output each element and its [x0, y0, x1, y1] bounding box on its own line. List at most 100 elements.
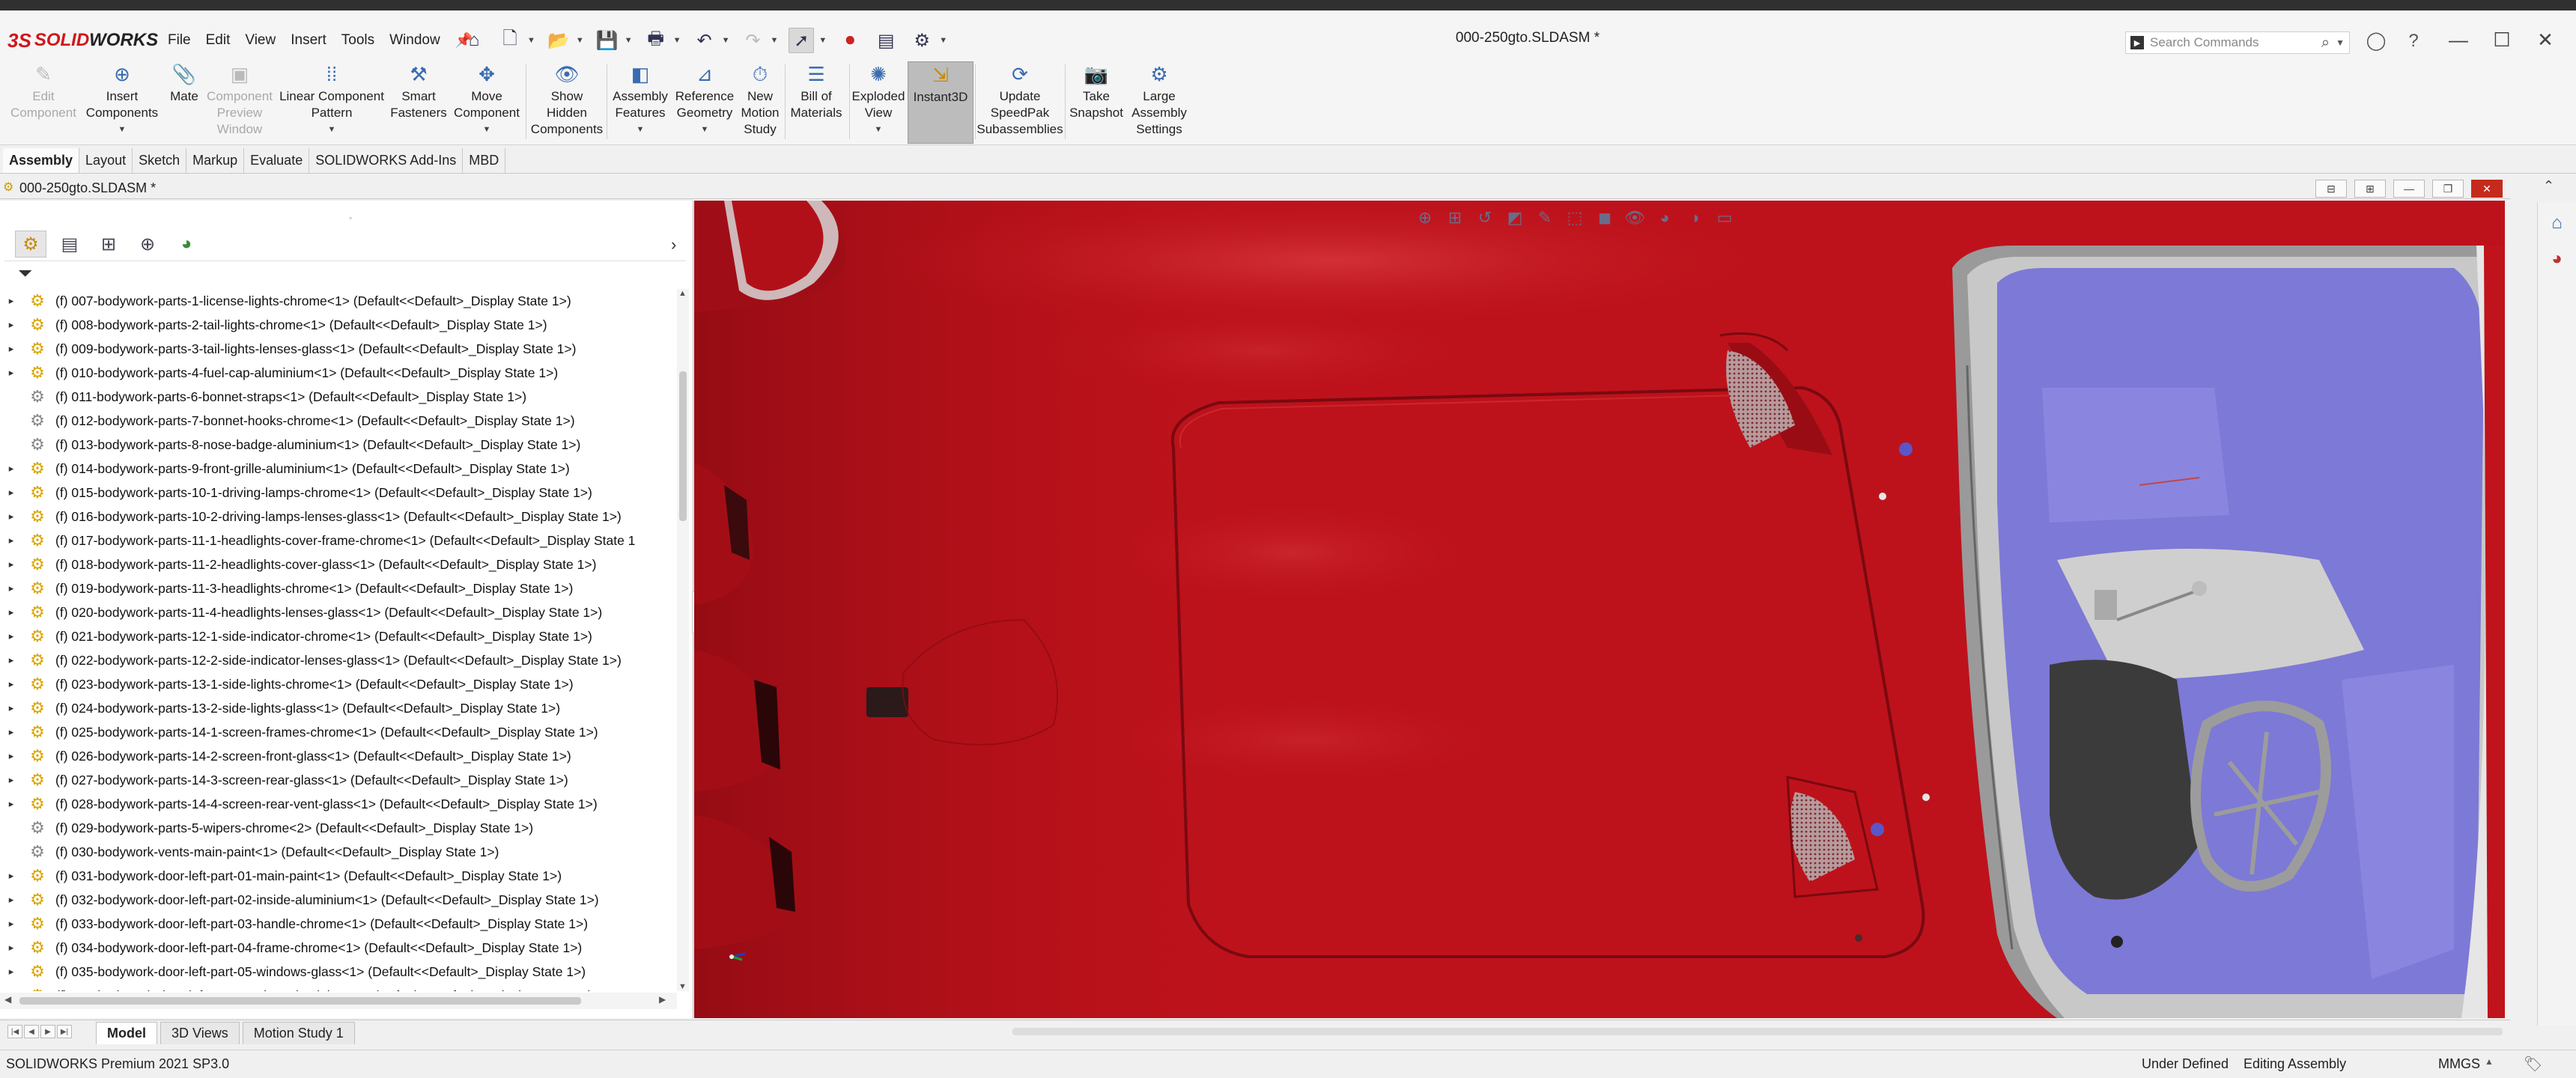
undo-icon[interactable]: ↶ — [692, 28, 717, 53]
options-gear-icon[interactable]: ⚙ — [909, 28, 935, 53]
insert-components-dropdown-icon[interactable]: ▼ — [118, 121, 127, 138]
help-icon[interactable]: ? — [2401, 31, 2426, 52]
section-view-icon[interactable]: ◩ — [1504, 208, 1526, 228]
tree-row[interactable]: ▸ ⚙ (f) 032-bodywork-door-left-part-02-ins… — [0, 888, 677, 912]
viewport-horizontal-scrollbar[interactable] — [1012, 1028, 2503, 1035]
move-component-dropdown-icon[interactable]: ▼ — [483, 121, 491, 138]
print-dropdown-icon[interactable]: ▼ — [673, 36, 681, 45]
instant3d-button[interactable]: ⇲ Instant3D — [908, 61, 973, 144]
open-dropdown-icon[interactable]: ▼ — [576, 36, 584, 45]
linear-pattern-dropdown-icon[interactable]: ▼ — [328, 121, 336, 138]
exploded-view-button[interactable]: ✺ Exploded View ▼ — [851, 61, 906, 144]
tree-row[interactable]: ▸ ⚙ (f) 007-bodywork-parts-1-license-light… — [0, 289, 677, 313]
zoom-to-fit-icon[interactable]: ⊕ — [1414, 208, 1436, 228]
tree-row[interactable]: ▸ ⚙ (f) 017-bodywork-parts-11-1-headlights… — [0, 529, 677, 552]
minimize-icon[interactable]: — — [2447, 28, 2470, 52]
expand-arrow-icon[interactable]: ▸ — [0, 942, 22, 954]
tree-row[interactable]: ▸ ⚙ (f) 033-bodywork-door-left-part-03-han… — [0, 912, 677, 936]
panel-expand-arrow-icon[interactable]: › — [671, 235, 676, 255]
tree-row[interactable]: ▸ ⚙ (f) 034-bodywork-door-left-part-04-fra… — [0, 936, 677, 960]
property-manager-icon[interactable]: ▤ — [54, 231, 85, 258]
print-icon[interactable]: 🖶 — [643, 28, 669, 53]
apply-scene-icon[interactable]: ◑ — [1683, 208, 1706, 228]
redo-dropdown-icon[interactable]: ▼ — [770, 36, 778, 45]
scroll-up-icon[interactable]: ▲ — [678, 289, 687, 298]
configuration-manager-icon[interactable]: ⊞ — [93, 231, 124, 258]
new-document-icon[interactable]: 🗋 — [497, 28, 523, 53]
search-commands-field[interactable]: ▶ Search Commands ⌕ ▼ — [2125, 31, 2350, 54]
expand-arrow-icon[interactable]: ▸ — [0, 702, 22, 714]
smart-fasteners-button[interactable]: ⚒ Smart Fasteners — [386, 61, 451, 144]
expand-arrow-icon[interactable]: ▸ — [0, 630, 22, 642]
tree-row[interactable]: ▸ ⚙ (f) 031-bodywork-door-left-part-01-mai… — [0, 864, 677, 888]
doc-restore-icon[interactable]: ❐ — [2432, 180, 2464, 198]
scroll-left-icon[interactable]: ◀ — [4, 994, 11, 1005]
doc-minimize-icon[interactable]: — — [2393, 180, 2425, 198]
rebuild-traffic-light-icon[interactable]: ⏺ — [837, 28, 863, 53]
component-preview-window-button[interactable]: ▣ Component Preview Window — [204, 61, 276, 144]
expand-arrow-icon[interactable]: ▸ — [0, 798, 22, 810]
reference-geometry-button[interactable]: ⊿ Reference Geometry ▼ — [672, 61, 737, 144]
maximize-icon[interactable]: ☐ — [2491, 28, 2513, 52]
tree-row[interactable]: ▸ ⚙ (f) 019-bodywork-parts-11-3-headlights… — [0, 576, 677, 600]
tab-markup[interactable]: Markup — [186, 148, 245, 173]
hide-show-items-icon[interactable]: 👁 — [1623, 208, 1646, 228]
menu-insert[interactable]: Insert — [286, 29, 331, 52]
save-dropdown-icon[interactable]: ▼ — [625, 36, 633, 45]
assembly-features-dropdown-icon[interactable]: ▼ — [637, 121, 645, 138]
tree-filter-icon[interactable]: ⏷ — [18, 264, 32, 284]
tree-row[interactable]: ▸ ⚙ (f) 010-bodywork-parts-4-fuel-cap-alum… — [0, 361, 677, 385]
tab-3d-views[interactable]: 3D Views — [160, 1022, 240, 1044]
tab-model[interactable]: Model — [96, 1022, 157, 1044]
expand-arrow-icon[interactable]: ▸ — [0, 870, 22, 882]
rebuild-tag-icon[interactable]: 🏷 — [2524, 1055, 2542, 1074]
scroll-thumb-horizontal[interactable] — [19, 997, 581, 1005]
edit-component-button[interactable]: ✎ Edit Component — [7, 61, 79, 144]
open-folder-icon[interactable]: 📂 — [546, 28, 571, 53]
unit-system[interactable]: MMGS — [2438, 1056, 2480, 1072]
unit-dropdown-icon[interactable]: ▲ — [2485, 1056, 2494, 1067]
next-tab-icon[interactable]: ▶ — [40, 1025, 55, 1038]
menu-tools[interactable]: Tools — [337, 29, 379, 52]
linear-component-pattern-button[interactable]: ⁞⁞ Linear Component Pattern ▼ — [277, 61, 386, 144]
expand-arrow-icon[interactable]: ▸ — [0, 558, 22, 570]
tree-row[interactable]: ▸ ⚙ (f) 014-bodywork-parts-9-front-grille-… — [0, 457, 677, 481]
prev-tab-icon[interactable]: ◀ — [24, 1025, 39, 1038]
show-hidden-components-button[interactable]: 👁 Show Hidden Components — [527, 61, 607, 144]
display-style-icon[interactable]: ◼ — [1594, 208, 1616, 228]
scroll-right-icon[interactable]: ▶ — [659, 994, 666, 1005]
tree-row[interactable]: ▸ ⚙ (f) 024-bodywork-parts-13-2-side-light… — [0, 696, 677, 720]
edit-appearance-icon[interactable]: ◕ — [1653, 208, 1676, 228]
tree-row[interactable]: ⚙ (f) 029-bodywork-parts-5-wipers-chrome<… — [0, 816, 677, 840]
home-icon[interactable]: ⌂ — [461, 28, 487, 53]
tree-vertical-scrollbar[interactable]: ▲ ▼ — [677, 289, 689, 991]
tab-motion-study-1[interactable]: Motion Study 1 — [242, 1022, 355, 1044]
tab-layout[interactable]: Layout — [79, 148, 133, 173]
expand-arrow-icon[interactable]: ▸ — [0, 487, 22, 499]
bill-of-materials-button[interactable]: ☰ Bill of Materials — [786, 61, 846, 144]
scroll-thumb[interactable] — [679, 371, 687, 521]
large-assembly-settings-button[interactable]: ⚙ Large Assembly Settings — [1126, 61, 1192, 144]
menu-window[interactable]: Window — [385, 29, 445, 52]
expand-arrow-icon[interactable]: ▸ — [0, 582, 22, 594]
new-dropdown-icon[interactable]: ▼ — [527, 36, 535, 45]
new-motion-study-button[interactable]: ⏱ New Motion Study — [737, 61, 783, 144]
solidworks-resources-icon[interactable]: ⌂ — [2542, 208, 2572, 238]
tree-row[interactable]: ▸ ⚙ (f) 023-bodywork-parts-13-1-side-light… — [0, 672, 677, 696]
tree-row[interactable]: ⚙ (f) 013-bodywork-parts-8-nose-badge-alu… — [0, 433, 677, 457]
close-icon[interactable]: ✕ — [2534, 28, 2557, 52]
file-properties-icon[interactable]: ▤ — [873, 28, 899, 53]
expand-arrow-icon[interactable]: ▸ — [0, 774, 22, 786]
expand-arrow-icon[interactable]: ▸ — [0, 966, 22, 978]
tree-row[interactable]: ▸ ⚙ (f) 015-bodywork-parts-10-1-driving-la… — [0, 481, 677, 505]
tree-row[interactable]: ▸ ⚙ (f) 020-bodywork-parts-11-4-headlights… — [0, 600, 677, 624]
search-icon[interactable]: ⌕ — [2321, 34, 2330, 52]
appearances-icon[interactable]: ◕ — [2542, 244, 2572, 274]
solidworks-logo[interactable]: 3S SOLID WORKS — [7, 27, 158, 54]
feature-manager-tree-icon[interactable]: ⚙ — [15, 231, 46, 258]
panel-grip-icon[interactable]: ◦ — [349, 213, 352, 223]
tree-row[interactable]: ▸⚙(f) 036-bodywork-door-left-part-06-piv… — [0, 984, 677, 991]
menu-edit[interactable]: Edit — [201, 29, 235, 52]
update-speedpak-button[interactable]: ⟳ Update SpeedPak Subassemblies — [976, 61, 1063, 144]
expand-arrow-icon[interactable]: ▸ — [0, 511, 22, 523]
